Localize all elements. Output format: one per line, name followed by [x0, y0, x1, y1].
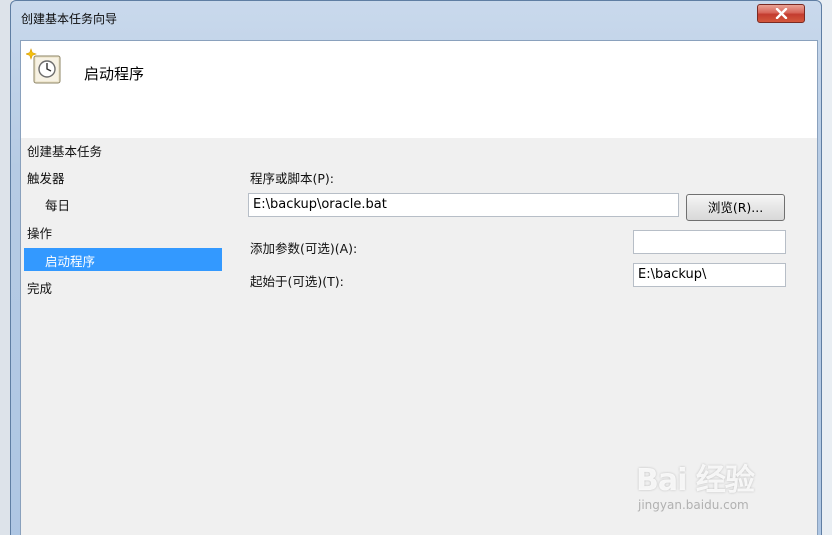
- wizard-header: 启动程序: [21, 41, 817, 138]
- nav-step-start-program-label: 启动程序: [45, 254, 96, 269]
- nav-step-daily: 每日: [45, 198, 71, 213]
- page-title: 启动程序: [84, 65, 145, 83]
- task-clock-icon: [26, 48, 61, 84]
- browse-button[interactable]: 浏览(R)...: [686, 194, 785, 221]
- program-input[interactable]: E:\backup\oracle.bat: [248, 193, 679, 217]
- close-icon: [775, 8, 788, 19]
- nav-step-create-basic-task: 创建基本任务: [27, 144, 103, 159]
- program-label: 程序或脚本(P):: [250, 171, 335, 186]
- watermark-logo-text: Bai 经验: [636, 463, 755, 498]
- nav-step-start-program: 启动程序: [24, 248, 222, 271]
- start-in-input[interactable]: E:\backup\: [633, 263, 786, 287]
- nav-step-action: 操作: [27, 226, 53, 241]
- close-button[interactable]: [757, 4, 805, 23]
- wizard-steps-nav: 创建基本任务 触发器 每日 操作 启动程序 完成: [21, 138, 236, 438]
- nav-step-trigger: 触发器: [27, 171, 65, 186]
- watermark-url: jingyan.baidu.com: [638, 498, 749, 512]
- title-bar[interactable]: 创建基本任务向导: [11, 1, 821, 37]
- nav-step-finish: 完成: [27, 281, 53, 296]
- start-in-label: 起始于(可选)(T):: [250, 274, 344, 289]
- arguments-label: 添加参数(可选)(A):: [250, 241, 358, 256]
- window-title: 创建基本任务向导: [21, 12, 118, 26]
- arguments-input[interactable]: [633, 230, 786, 254]
- screen: 创建基本任务向导 启动程序 创建基本任务 触发器 每日 操作 启动程序 完成 程…: [0, 0, 832, 535]
